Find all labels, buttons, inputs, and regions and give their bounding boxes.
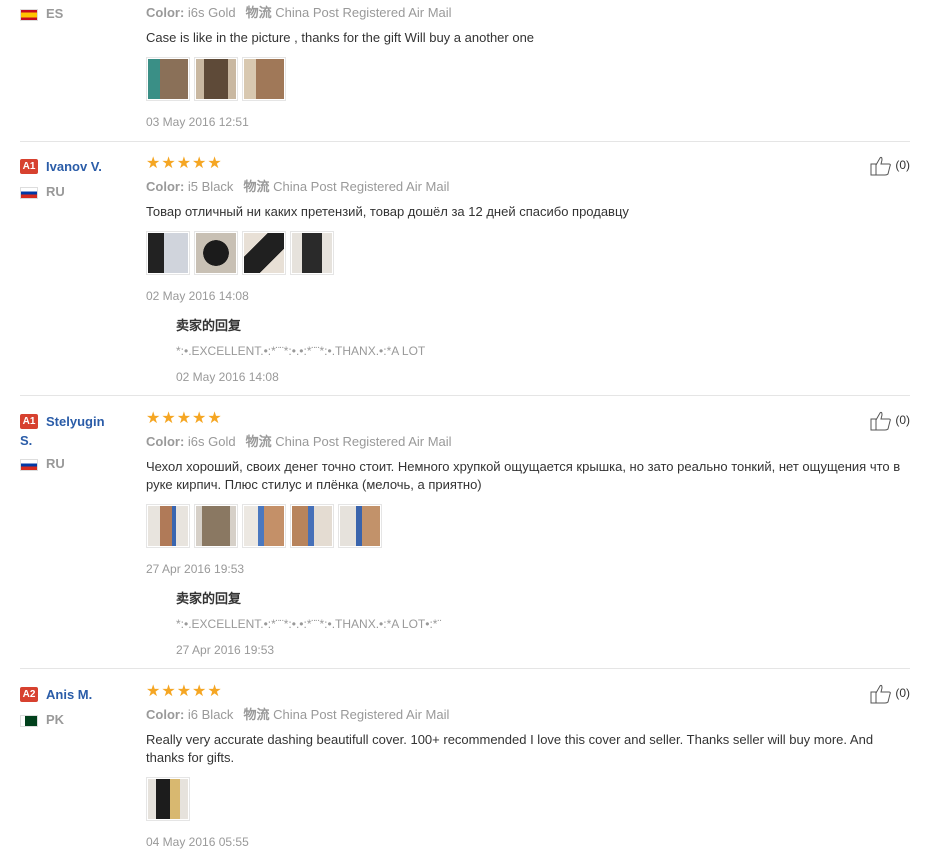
review-text: Case is like in the picture , thanks for… — [146, 30, 535, 45]
flag-ru-icon — [20, 186, 38, 199]
shipping-value: China Post Registered Air Mail — [273, 707, 450, 722]
review-image[interactable] — [242, 504, 286, 548]
review-date: 03 May 2016 12:51 — [146, 115, 249, 129]
level-badge: A1 — [20, 159, 38, 175]
shipping-value: China Post Registered Air Mail — [275, 5, 452, 20]
shipping-value: China Post Registered Air Mail — [273, 179, 450, 194]
reviewer-name[interactable]: Ivanov V. — [46, 159, 102, 174]
review-image[interactable] — [290, 504, 334, 548]
like-button[interactable]: (0) — [870, 411, 910, 431]
thumbs-up-icon — [870, 411, 891, 431]
reply-date: 02 May 2016 14:08 — [176, 370, 279, 384]
reply-title: 卖家的回复 — [176, 591, 242, 606]
review-image[interactable] — [146, 231, 190, 275]
thumbs-up-icon — [870, 684, 891, 704]
star-rating: ★★★★★ — [146, 410, 223, 427]
like-button[interactable]: (0) — [870, 684, 910, 704]
review-images — [146, 777, 911, 821]
review-images — [146, 231, 911, 275]
reply-date: 27 Apr 2016 19:53 — [176, 643, 275, 657]
review-image[interactable] — [194, 504, 238, 548]
level-badge: A1 — [20, 414, 38, 430]
level-badge: A2 — [20, 687, 38, 703]
reviewer-country: PK — [46, 712, 65, 727]
flag-es-icon — [20, 8, 38, 21]
divider — [20, 395, 910, 396]
reviewer-info: A2 Anis M. PK — [20, 686, 130, 727]
seller-reply: 卖家的回复 *:•.EXCELLENT.•:*¨¨*:•.•:*¨¨*:•.TH… — [176, 588, 911, 657]
review-images — [146, 57, 911, 101]
divider — [20, 141, 910, 142]
review-image[interactable] — [194, 231, 238, 275]
review-images — [146, 504, 911, 548]
reply-title: 卖家的回复 — [176, 318, 242, 333]
review-meta: Color: i5 Black 物流 China Post Registered … — [146, 179, 450, 194]
color-value: i6 Black — [187, 707, 234, 722]
reviewer-info: A1 Ivanov V. RU — [20, 158, 130, 199]
reviewer-country: RU — [46, 456, 65, 471]
review-image[interactable] — [242, 231, 286, 275]
review-image[interactable] — [146, 57, 190, 101]
reviewer-info: ES — [20, 6, 130, 21]
review-image[interactable] — [146, 777, 190, 821]
review-date: 04 May 2016 05:55 — [146, 835, 249, 849]
like-count: (0) — [895, 413, 910, 428]
review-date: 27 Apr 2016 19:53 — [146, 562, 245, 576]
review-image[interactable] — [242, 57, 286, 101]
reviewer-name[interactable]: Stelyugin — [46, 414, 105, 429]
flag-ru-icon — [20, 458, 38, 471]
review-image[interactable] — [194, 57, 238, 101]
star-rating: ★★★★★ — [146, 155, 223, 172]
like-button[interactable]: (0) — [870, 156, 910, 176]
review-date: 02 May 2016 14:08 — [146, 289, 249, 303]
review-image[interactable] — [146, 504, 190, 548]
color-value: i6s Gold — [187, 5, 236, 20]
shipping-value: China Post Registered Air Mail — [275, 434, 452, 449]
review-text: Товар отличный ни каких претензий, товар… — [146, 204, 629, 219]
flag-pk-icon — [20, 714, 38, 727]
review-meta: Color: i6 Black 物流 China Post Registered … — [146, 707, 450, 722]
star-rating: ★★★★★ — [146, 683, 223, 700]
reviewer-name-cont[interactable]: S. — [20, 433, 130, 448]
seller-reply: 卖家的回复 *:•.EXCELLENT.•:*¨¨*:•.•:*¨¨*:•.TH… — [176, 315, 911, 384]
reviewer-country: ES — [46, 6, 64, 21]
reviewer-name[interactable]: Anis M. — [46, 687, 92, 702]
like-count: (0) — [895, 158, 910, 173]
review-meta: Color: i6s Gold 物流 China Post Registered … — [146, 434, 452, 449]
review-meta: Color: i6s Gold 物流 China Post Registered … — [146, 5, 452, 20]
review-image[interactable] — [338, 504, 382, 548]
reply-text: *:•.EXCELLENT.•:*¨¨*:•.•:*¨¨*:•.THANX.•:… — [176, 617, 442, 631]
review-image[interactable] — [290, 231, 334, 275]
reply-text: *:•.EXCELLENT.•:*¨¨*:•.•:*¨¨*:•.THANX.•:… — [176, 344, 426, 358]
review-text: Really very accurate dashing beautifull … — [146, 732, 874, 765]
review-text: Чехол хороший, своих денег точно стоит. … — [146, 459, 901, 492]
like-count: (0) — [895, 686, 910, 701]
divider — [20, 668, 910, 669]
reviewer-country: RU — [46, 184, 65, 199]
color-value: i6s Gold — [187, 434, 236, 449]
color-value: i5 Black — [187, 179, 234, 194]
reviewer-info: A1 Stelyugin S. RU — [20, 413, 130, 471]
thumbs-up-icon — [870, 156, 891, 176]
